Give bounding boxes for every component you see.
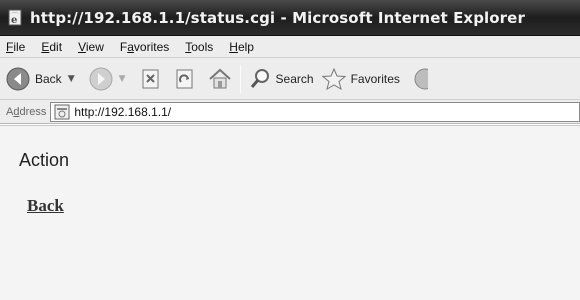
search-label: Search (275, 71, 314, 86)
forward-dropdown-icon[interactable]: ▼ (119, 74, 126, 84)
home-button[interactable] (208, 68, 232, 90)
title-bar[interactable]: e http://192.168.1.1/status.cgi - Micros… (0, 0, 580, 36)
menu-help-rest: elp (237, 39, 254, 54)
toolbar: Back ▼ ▼ Search Favorites (0, 58, 580, 100)
ie-page-icon: e (8, 9, 22, 26)
browser-window: e http://192.168.1.1/status.cgi - Micros… (0, 0, 580, 300)
page-heading: Action (19, 150, 70, 170)
menu-tools[interactable]: Tools (185, 40, 213, 54)
forward-button[interactable]: ▼ (89, 67, 126, 91)
menu-view-access-key: V (78, 39, 86, 54)
back-label: Back (35, 71, 62, 86)
back-arrow-icon (6, 67, 30, 90)
menu-view-rest: iew (85, 39, 104, 54)
back-button[interactable]: Back ▼ (6, 67, 75, 91)
address-label: Address (6, 106, 46, 118)
menu-tools-rest: ools (191, 39, 214, 54)
media-icon (414, 68, 428, 89)
home-icon (208, 68, 231, 88)
svg-text:e: e (11, 15, 17, 26)
back-link[interactable]: Back (27, 196, 64, 216)
menu-bar: File Edit View Favorites Tools Help (0, 36, 580, 58)
menu-favorites-rest: vorites (133, 39, 170, 54)
back-dropdown-icon[interactable]: ▼ (68, 74, 75, 84)
address-bar: Address http://192.168.1.1/ (0, 100, 580, 124)
refresh-icon (176, 69, 193, 88)
menu-file[interactable]: File (6, 40, 25, 54)
page-icon (54, 104, 70, 119)
address-label-rest: dress (19, 105, 47, 118)
search-button[interactable]: Search (249, 68, 314, 90)
forward-arrow-icon (89, 67, 113, 90)
favorites-label: Favorites (350, 71, 400, 86)
toolbar-separator (239, 64, 241, 93)
refresh-button[interactable] (174, 68, 196, 90)
menu-favorites[interactable]: Favorites (120, 40, 169, 54)
window-title: http://192.168.1.1/status.cgi - Microsof… (30, 8, 525, 27)
media-button[interactable] (414, 68, 428, 90)
stop-button[interactable] (140, 68, 162, 90)
menu-help[interactable]: Help (229, 40, 254, 54)
menu-file-rest: ile (13, 39, 26, 54)
menu-edit[interactable]: Edit (41, 40, 62, 54)
menu-edit-rest: dit (49, 39, 63, 54)
favorites-star-icon (321, 67, 346, 90)
menu-view[interactable]: View (78, 40, 104, 54)
stop-icon (142, 69, 159, 88)
address-url: http://192.168.1.1/ (74, 104, 172, 119)
favorites-button[interactable]: Favorites (321, 67, 400, 90)
search-icon (250, 68, 269, 88)
menu-favorites-access-key: a (127, 39, 134, 54)
address-input[interactable]: http://192.168.1.1/ (50, 101, 580, 122)
menu-help-access-key: H (229, 39, 238, 54)
page-content: Action Back (0, 125, 580, 300)
